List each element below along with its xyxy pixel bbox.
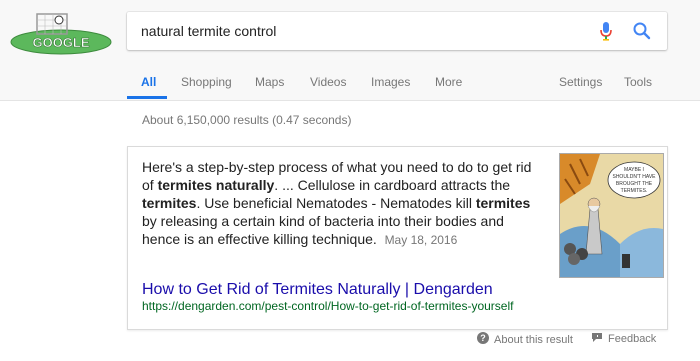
tab-images[interactable]: Images	[371, 75, 410, 89]
svg-text:SHOULDN'T HAVE: SHOULDN'T HAVE	[612, 174, 656, 180]
comic-bubble-text: MAYBE I	[624, 167, 644, 173]
svg-text:TERMITES.: TERMITES.	[621, 188, 648, 194]
google-doodle-logo[interactable]: GOOGLE	[7, 12, 115, 56]
search-box[interactable]: natural termite control	[127, 12, 667, 50]
search-icon[interactable]	[632, 21, 652, 41]
feedback-link[interactable]: Feedback	[591, 332, 656, 346]
tab-maps[interactable]: Maps	[255, 75, 284, 89]
search-tabs: All Shopping Maps Videos Images More Set…	[0, 64, 700, 100]
logo-text: GOOGLE	[32, 35, 89, 50]
active-tab-indicator	[127, 96, 167, 99]
snippet-date: May 18, 2016	[384, 233, 458, 247]
search-input[interactable]: natural termite control	[141, 12, 276, 50]
tab-tools[interactable]: Tools	[624, 75, 652, 89]
search-header: GOOGLE natural termite control All Shopp…	[0, 0, 700, 101]
feedback-label: Feedback	[608, 333, 657, 345]
result-stats: About 6,150,000 results (0.47 seconds)	[142, 113, 352, 127]
svg-text:?: ?	[480, 333, 486, 343]
tab-settings[interactable]: Settings	[559, 75, 602, 89]
feedback-flag-icon	[591, 332, 603, 346]
comic-thumbnail[interactable]: MAYBE I SHOULDN'T HAVE BROUGHT THE TERMI…	[559, 153, 664, 278]
svg-text:BROUGHT THE: BROUGHT THE	[616, 181, 653, 187]
result-url[interactable]: https://dengarden.com/pest-control/How-t…	[142, 299, 513, 313]
tab-videos[interactable]: Videos	[310, 75, 346, 89]
about-this-result-link[interactable]: ? About this result	[477, 332, 573, 347]
tab-shopping[interactable]: Shopping	[181, 75, 232, 89]
featured-snippet-text: Here's a step-by-step process of what yo…	[142, 159, 532, 247]
tab-more[interactable]: More	[435, 75, 462, 89]
featured-snippet-card: Here's a step-by-step process of what yo…	[127, 146, 668, 330]
about-label: About this result	[494, 333, 573, 346]
microphone-icon[interactable]	[599, 21, 613, 41]
help-circle-icon: ?	[477, 332, 489, 347]
tab-all[interactable]: All	[141, 75, 156, 89]
result-title-link[interactable]: How to Get Rid of Termites Naturally | D…	[142, 281, 493, 299]
